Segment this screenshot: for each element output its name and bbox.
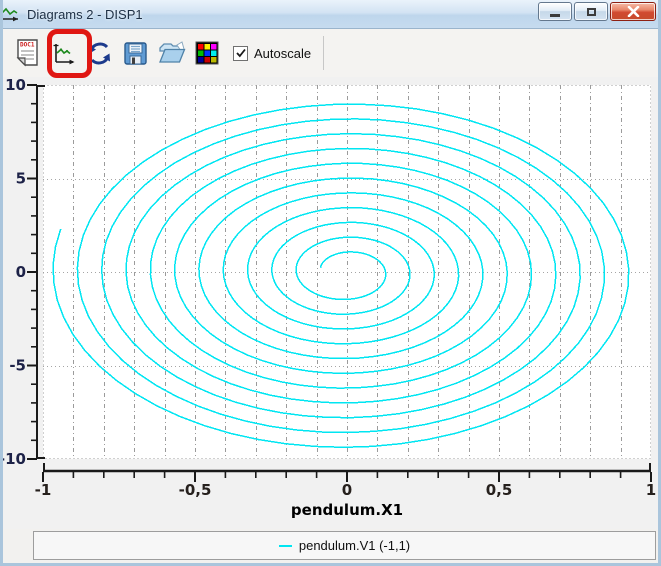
legend-label: pendulum.V1 (-1,1)	[299, 538, 410, 553]
refresh-icon	[86, 40, 113, 67]
document-icon: DOC1	[14, 38, 41, 68]
y-tick-label: -5	[9, 357, 26, 375]
report-document-button[interactable]: DOC1	[9, 32, 45, 74]
x-axis-title: pendulum.X1	[291, 501, 403, 519]
x-tick-label: -1	[35, 481, 52, 499]
toolbar: DOC1	[3, 29, 658, 78]
x-axis	[43, 463, 651, 482]
app-icon	[0, 6, 22, 23]
save-button[interactable]	[117, 32, 153, 74]
y-tick-label: 5	[16, 170, 26, 188]
close-button[interactable]	[610, 2, 656, 21]
window-title: Diagrams 2 - DISP1	[27, 7, 143, 22]
open-folder-icon	[157, 40, 186, 67]
chart-panel: 10 5 0 -5 -10 -1 -0,5 0 0,5 1 pendulum.X1	[3, 77, 658, 529]
palette-icon	[195, 41, 219, 65]
svg-text:DOC1: DOC1	[20, 42, 35, 49]
legend-line-swatch	[279, 545, 292, 547]
legend: pendulum.V1 (-1,1)	[33, 531, 656, 560]
phase-plot[interactable]: 10 5 0 -5 -10 -1 -0,5 0 0,5 1 pendulum.X1	[3, 77, 658, 529]
restore-icon	[587, 8, 596, 16]
close-icon	[627, 6, 640, 17]
y-tick-label: 10	[5, 77, 26, 94]
save-icon	[122, 40, 149, 67]
plot-settings-button[interactable]	[45, 32, 81, 74]
y-tick-label: -10	[3, 450, 26, 468]
toolbar-separator	[323, 36, 324, 70]
x-tick-label: 0	[342, 481, 352, 499]
app-window: Diagrams 2 - DISP1 DOC1	[0, 0, 661, 566]
title-bar[interactable]: Diagrams 2 - DISP1	[3, 0, 658, 29]
x-tick-label: 1	[646, 481, 656, 499]
y-tick-label: 0	[16, 263, 26, 281]
x-tick-label: 0,5	[486, 481, 513, 499]
autoscale-label: Autoscale	[254, 46, 311, 61]
minimize-icon	[550, 14, 560, 17]
refresh-button[interactable]	[81, 32, 117, 74]
y-axis	[27, 85, 45, 459]
checkmark-icon	[235, 47, 247, 59]
open-folder-button[interactable]	[153, 32, 189, 74]
color-palette-button[interactable]	[189, 32, 225, 74]
window-controls	[538, 2, 656, 21]
restore-button[interactable]	[574, 2, 608, 21]
autoscale-control: Autoscale	[233, 46, 311, 61]
x-tick-label: -0,5	[179, 481, 212, 499]
minimize-button[interactable]	[538, 2, 572, 21]
plot-axes-icon	[50, 40, 77, 67]
autoscale-checkbox[interactable]	[233, 46, 248, 61]
